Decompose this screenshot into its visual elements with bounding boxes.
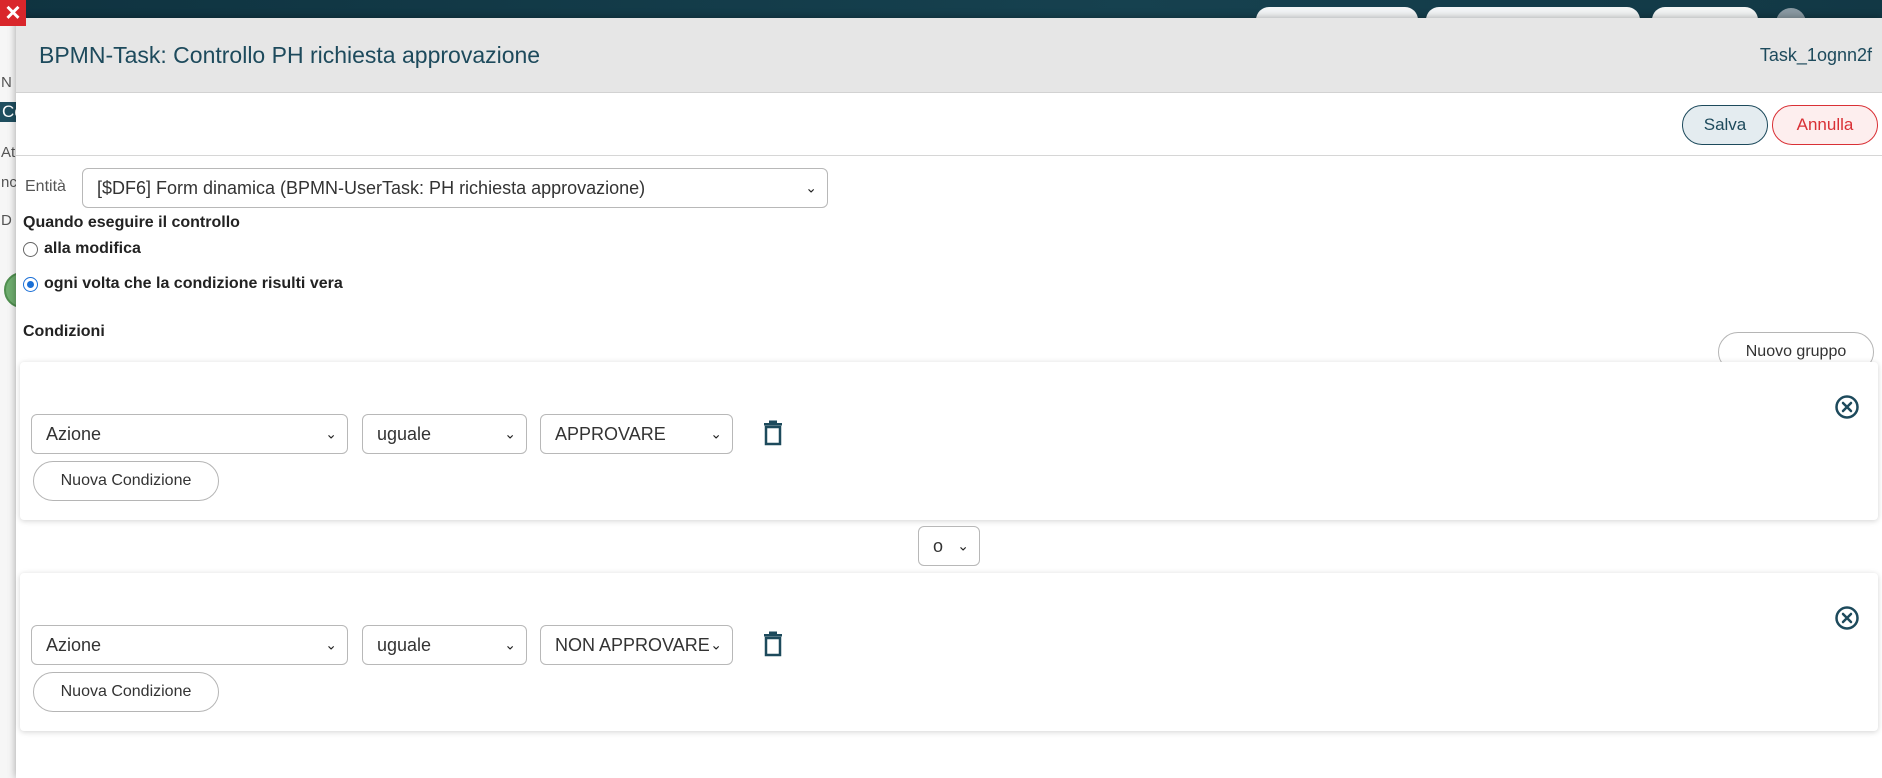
radio-label: ogni volta che la condizione risulti ver… (44, 275, 343, 292)
condition-value-value: NON APPROVARE (555, 634, 710, 655)
condition-operator-select[interactable]: uguale ⌄ (362, 414, 527, 454)
conditions-label: Condizioni (23, 323, 105, 340)
chevron-down-icon: ⌄ (957, 537, 969, 554)
group-joiner-value: o (933, 535, 944, 556)
condition-value-select[interactable]: APPROVARE ⌄ (540, 414, 733, 454)
background-text: D (1, 212, 12, 229)
condition-field-select[interactable]: Azione ⌄ (31, 414, 348, 454)
modal-title: BPMN-Task: Controllo PH richiesta approv… (39, 42, 541, 68)
radio-button[interactable] (23, 276, 38, 292)
when-label: Quando eseguire il controllo (23, 214, 240, 231)
entity-select[interactable]: [$DF6] Form dinamica (BPMN-UserTask: PH … (82, 168, 828, 208)
condition-field-value: Azione (46, 634, 102, 655)
group-joiner-select[interactable]: o ⌄ (918, 526, 980, 566)
delete-condition-icon[interactable] (762, 631, 784, 657)
condition-operator-value: uguale (377, 423, 432, 444)
remove-group-icon[interactable] (1834, 394, 1860, 420)
background-text: N (1, 74, 12, 91)
chevron-down-icon: ⌄ (325, 636, 337, 653)
modal-toolbar: Salva Annulla (16, 93, 1882, 156)
entity-selected-value: [$DF6] Form dinamica (BPMN-UserTask: PH … (97, 177, 646, 198)
task-id: Task_1ognn2f (1759, 45, 1872, 65)
remove-group-icon[interactable] (1834, 605, 1860, 631)
condition-value-select[interactable]: NON APPROVARE ⌄ (540, 625, 733, 665)
condition-field-select[interactable]: Azione ⌄ (31, 625, 348, 665)
when-option-always-true[interactable]: ogni volta che la condizione risulti ver… (23, 275, 343, 293)
condition-group: Azione ⌄ uguale ⌄ APPROVARE ⌄ Nuova Cond… (20, 362, 1878, 520)
task-modal: BPMN-Task: Controllo PH richiesta approv… (16, 18, 1882, 778)
radio-label: alla modifica (44, 240, 141, 257)
background-sidebar: N Co At nc D (0, 26, 16, 778)
radio-button[interactable] (23, 241, 38, 257)
background-text: At (1, 144, 16, 161)
when-option-on-change[interactable]: alla modifica (23, 240, 141, 258)
background-text: nc (1, 174, 16, 191)
condition-operator-select[interactable]: uguale ⌄ (362, 625, 527, 665)
condition-operator-value: uguale (377, 634, 432, 655)
chevron-down-icon: ⌄ (710, 425, 722, 442)
new-condition-button[interactable]: Nuova Condizione (33, 461, 219, 501)
condition-field-value: Azione (46, 423, 102, 444)
new-condition-button[interactable]: Nuova Condizione (33, 672, 219, 712)
condition-value-value: APPROVARE (555, 423, 666, 444)
chevron-down-icon: ⌄ (805, 179, 817, 196)
chevron-down-icon: ⌄ (325, 425, 337, 442)
condition-group: Azione ⌄ uguale ⌄ NON APPROVARE ⌄ Nuova … (20, 573, 1878, 731)
chevron-down-icon: ⌄ (504, 425, 516, 442)
entity-label: Entità (25, 178, 66, 195)
chevron-down-icon: ⌄ (504, 636, 516, 653)
delete-condition-icon[interactable] (762, 420, 784, 446)
chevron-down-icon: ⌄ (710, 636, 722, 653)
background-text: Co (0, 102, 16, 122)
cancel-button[interactable]: Annulla (1772, 105, 1878, 145)
modal-header: BPMN-Task: Controllo PH richiesta approv… (16, 18, 1882, 93)
close-icon[interactable]: × (0, 0, 26, 26)
save-button[interactable]: Salva (1682, 105, 1768, 145)
